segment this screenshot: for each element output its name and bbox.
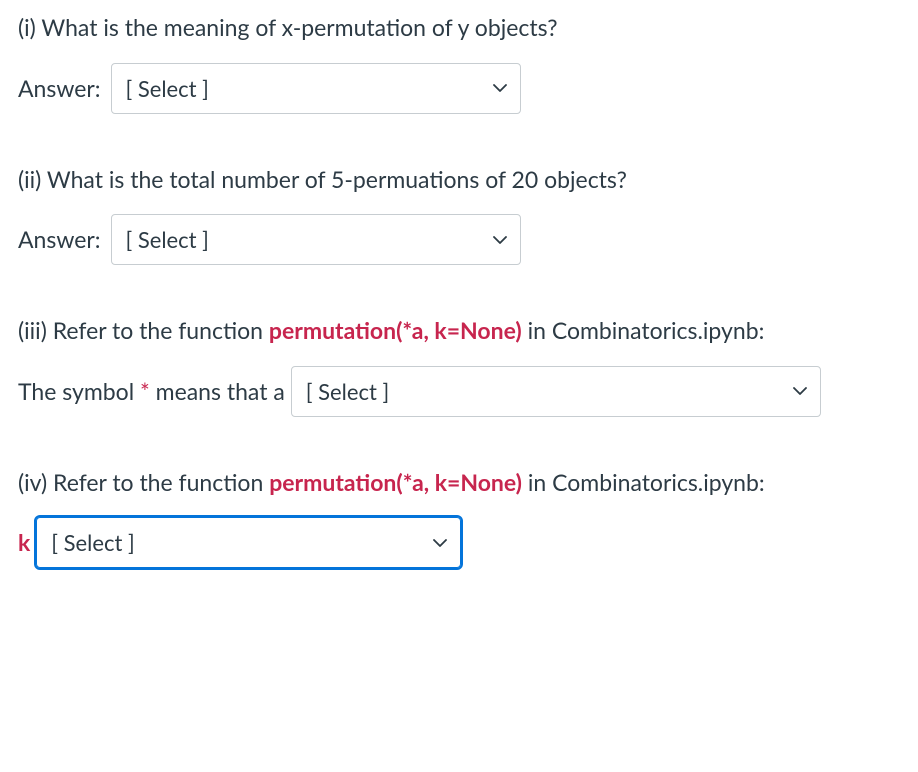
q3-suffix: in Combinatorics.ipynb: [522, 316, 765, 344]
question-4-prompt: (iv) Refer to the function permutation(*… [18, 465, 900, 500]
select-wrapper-4: [ Select ] [36, 517, 461, 568]
select-4-placeholder: [ Select ] [51, 526, 134, 559]
select-wrapper-3: [ Select ] [291, 366, 821, 417]
q3-prefix: (iii) Refer to the function [18, 316, 269, 344]
question-1-prompt: (i) What is the meaning of x-permutation… [18, 10, 900, 45]
question-1: (i) What is the meaning of x-permutation… [18, 10, 900, 114]
select-2-placeholder: [ Select ] [126, 223, 209, 256]
q3-code: permutation(*a, k=None) [269, 316, 522, 344]
q3-line2-part1: The symbol [18, 377, 140, 405]
answer-line-2: Answer: [ Select ] [18, 214, 900, 265]
question-3: (iii) Refer to the function permutation(… [18, 313, 900, 417]
answer-line-1: Answer: [ Select ] [18, 63, 900, 114]
q3-line2: The symbol * means that a [18, 374, 285, 409]
select-1-placeholder: [ Select ] [126, 72, 209, 105]
question-2-prompt: (ii) What is the total number of 5-permu… [18, 162, 900, 197]
q4-code: permutation(*a, k=None) [269, 468, 522, 496]
question-2: (ii) What is the total number of 5-permu… [18, 162, 900, 266]
answer-label-1: Answer: [18, 71, 101, 106]
select-3[interactable]: [ Select ] [291, 366, 821, 417]
answer-line-4: k [ Select ] [18, 517, 900, 568]
select-4[interactable]: [ Select ] [36, 517, 461, 568]
q4-suffix: in Combinatorics.ipynb: [522, 468, 765, 496]
answer-line-3: The symbol * means that a [ Select ] [18, 366, 900, 417]
select-wrapper-1: [ Select ] [111, 63, 521, 114]
question-4: (iv) Refer to the function permutation(*… [18, 465, 900, 569]
select-wrapper-2: [ Select ] [111, 214, 521, 265]
answer-label-2: Answer: [18, 222, 101, 257]
select-2[interactable]: [ Select ] [111, 214, 521, 265]
select-3-placeholder: [ Select ] [306, 375, 389, 408]
asterisk-symbol: * [140, 377, 150, 405]
question-3-prompt: (iii) Refer to the function permutation(… [18, 313, 900, 348]
k-label: k [18, 525, 30, 560]
select-1[interactable]: [ Select ] [111, 63, 521, 114]
q3-line2-part2: means that a [150, 377, 285, 405]
q4-prefix: (iv) Refer to the function [18, 468, 269, 496]
